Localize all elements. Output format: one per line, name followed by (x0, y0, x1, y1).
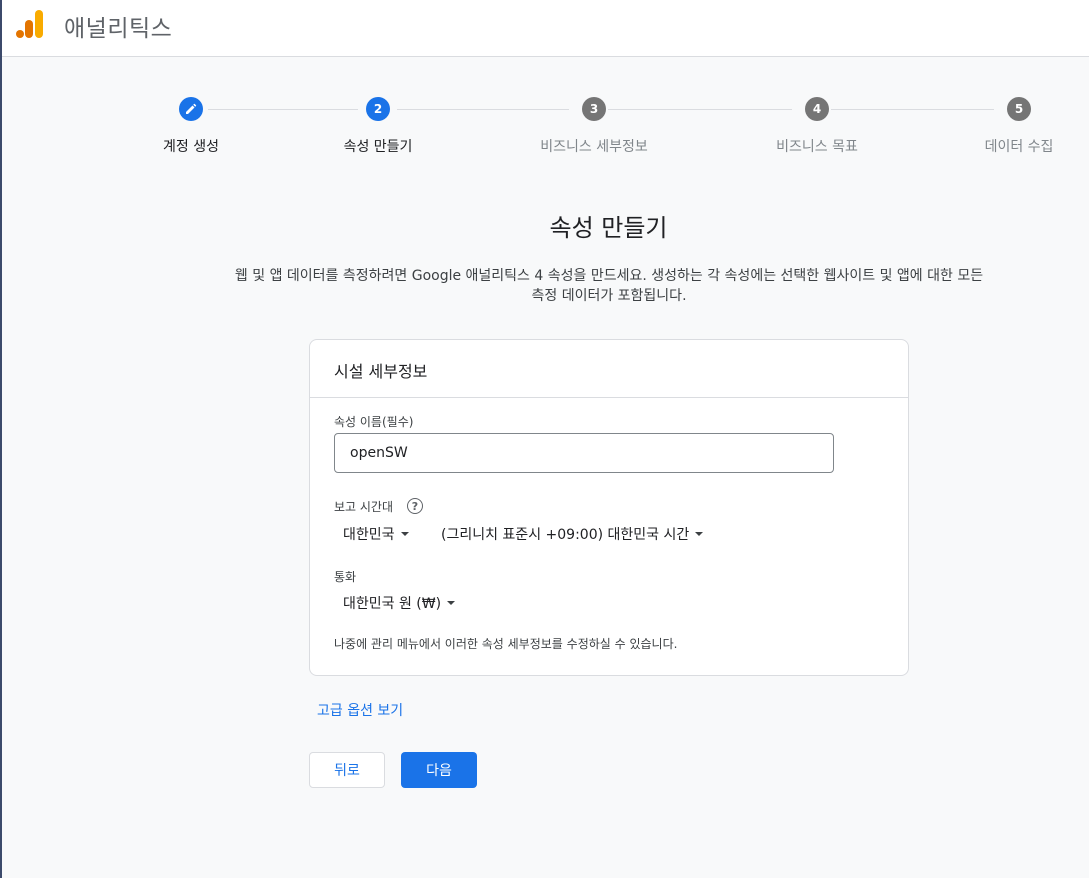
step-2-label: 속성 만들기 (343, 139, 413, 155)
property-name-value: openSW (350, 445, 408, 461)
step-connector (831, 109, 994, 110)
app-title: 애널리틱스 (64, 16, 173, 42)
step-connector (208, 109, 358, 110)
property-details-card: 시설 세부정보 속성 이름(필수) openSW 보고 시간대 ? 대한민국 (… (309, 339, 909, 676)
caret-down-icon (400, 532, 409, 536)
page-description-line-1: 웹 및 앱 데이터를 측정하려면 Google 애널리틱스 4 속성을 만드세요… (234, 268, 984, 284)
step-connector (397, 109, 569, 110)
country-value: 대한민국 (343, 527, 395, 543)
page-description-line-2: 측정 데이터가 포함됩니다. (531, 288, 687, 304)
help-icon[interactable]: ? (407, 498, 423, 514)
advanced-options-link[interactable]: 고급 옵션 보기 (317, 700, 403, 720)
step-1-edit-icon[interactable] (179, 97, 203, 121)
step-2-indicator: 2 (366, 97, 390, 121)
step-4-label: 비즈니스 목표 (776, 139, 858, 155)
step-connector (608, 109, 792, 110)
step-3-indicator: 3 (582, 97, 606, 121)
step-1-label[interactable]: 계정 생성 (163, 136, 219, 156)
currency-label: 통화 (334, 570, 357, 584)
step-3-label: 비즈니스 세부정보 (540, 139, 648, 155)
analytics-logo-icon[interactable] (16, 8, 46, 40)
step-5-label: 데이터 수집 (984, 139, 1054, 155)
step-5-indicator: 5 (1007, 97, 1031, 121)
currency-dropdown[interactable]: 대한민국 원 (₩) (343, 593, 456, 613)
next-button[interactable]: 다음 (401, 752, 477, 788)
timezone-value: (그리니치 표준시 +09:00) 대한민국 시간 (441, 527, 690, 543)
top-app-bar: 애널리틱스 (2, 0, 1089, 57)
page-title: 속성 만들기 (549, 214, 668, 242)
step-4-indicator: 4 (805, 97, 829, 121)
setup-stepper: 계정 생성 2 속성 만들기 3 비즈니스 세부정보 4 비즈니스 목표 5 데… (2, 96, 1089, 166)
property-name-input[interactable]: openSW (334, 433, 834, 473)
back-button[interactable]: 뒤로 (309, 752, 385, 788)
timezone-label: 보고 시간대 (334, 500, 394, 514)
property-name-label: 속성 이름(필수) (334, 415, 414, 429)
caret-down-icon (447, 601, 456, 605)
timezone-dropdown[interactable]: (그리니치 표준시 +09:00) 대한민국 시간 (441, 524, 704, 544)
page-description: 웹 및 앱 데이터를 측정하려면 Google 애널리틱스 4 속성을 만드세요… (209, 266, 1009, 306)
edit-later-note: 나중에 관리 메뉴에서 이러한 속성 세부정보를 수정하실 수 있습니다. (334, 637, 678, 651)
currency-value: 대한민국 원 (₩) (343, 596, 442, 612)
country-dropdown[interactable]: 대한민국 (343, 524, 409, 544)
caret-down-icon (695, 532, 704, 536)
card-header: 시설 세부정보 (310, 340, 908, 398)
pencil-icon (186, 103, 197, 114)
